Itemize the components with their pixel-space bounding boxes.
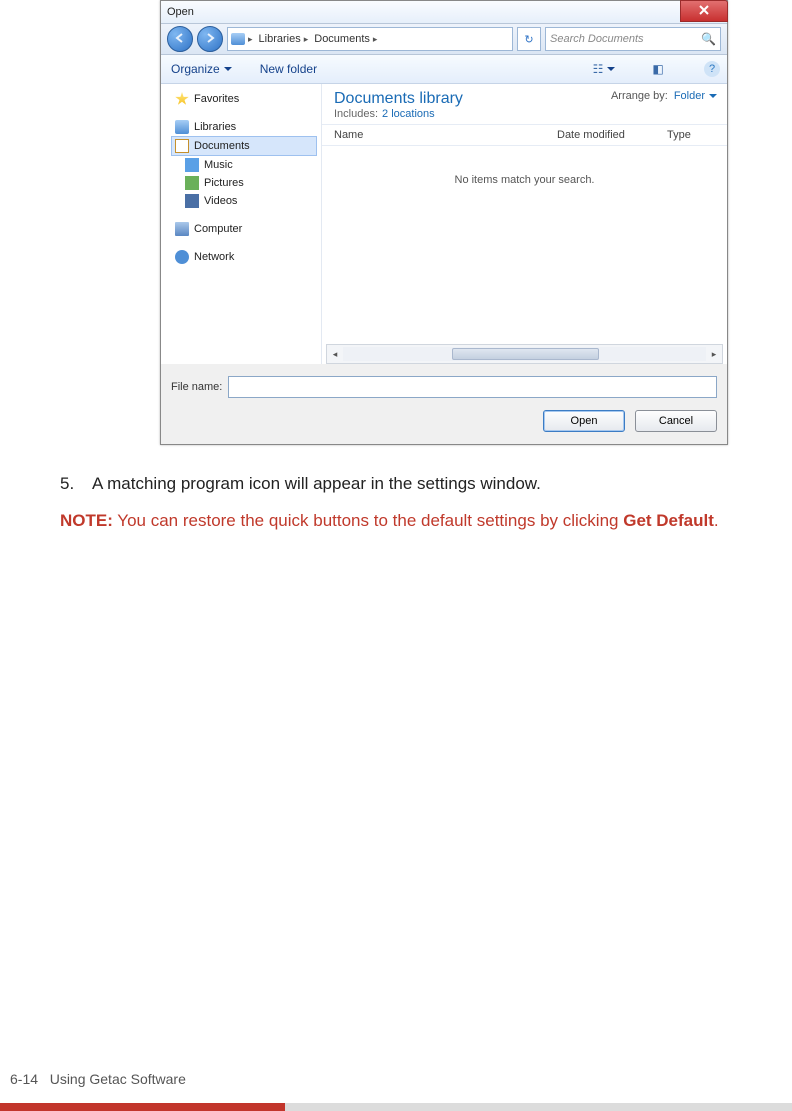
document-icon xyxy=(175,139,189,153)
music-icon xyxy=(185,158,199,172)
nav-documents[interactable]: Documents xyxy=(171,136,317,156)
scroll-track[interactable] xyxy=(343,347,706,361)
arrange-value[interactable]: Folder xyxy=(674,90,717,102)
title-bar: Open xyxy=(161,1,727,24)
document-text: 5. A matching program icon will appear i… xyxy=(60,473,732,533)
search-placeholder: Search Documents xyxy=(550,33,644,45)
main-pane: Documents library Includes:2 locations A… xyxy=(322,84,727,364)
dialog-buttons: Open Cancel xyxy=(161,402,727,444)
nav-label: Documents xyxy=(194,140,250,152)
column-headers: Name Date modified Type xyxy=(322,125,727,146)
chapter-title: Using Getac Software xyxy=(50,1071,186,1087)
nav-label: Videos xyxy=(204,195,237,207)
libraries-icon xyxy=(231,33,245,45)
nav-label: Pictures xyxy=(204,177,244,189)
help-button[interactable]: ? xyxy=(701,60,723,78)
nav-label: Computer xyxy=(194,223,242,235)
nav-label: Favorites xyxy=(194,93,239,105)
organize-button[interactable]: Organize xyxy=(171,62,232,76)
arrange-by: Arrange by: Folder xyxy=(611,90,717,102)
close-icon xyxy=(699,5,709,18)
nav-label: Network xyxy=(194,251,234,263)
network-icon xyxy=(175,250,189,264)
breadcrumb-seg-libraries: Libraries xyxy=(259,33,301,45)
file-name-input[interactable] xyxy=(228,376,717,398)
note-button-ref: Get Default xyxy=(623,511,714,530)
new-folder-button[interactable]: New folder xyxy=(260,62,317,76)
dialog-body: Favorites Libraries Documents Music Pict… xyxy=(161,84,727,364)
forward-button[interactable] xyxy=(197,26,223,52)
step-number: 5. xyxy=(60,473,92,496)
page-number: 6-14 xyxy=(10,1071,38,1087)
window-title: Open xyxy=(167,6,194,18)
nav-label: Music xyxy=(204,159,233,171)
note-body-2: . xyxy=(714,511,719,530)
nav-libraries[interactable]: Libraries xyxy=(161,118,321,136)
footer-bar-accent xyxy=(0,1103,285,1111)
nav-computer[interactable]: Computer xyxy=(161,220,321,238)
page-footer: 6-14 Using Getac Software xyxy=(0,1071,792,1111)
chevron-right-icon: ▸ xyxy=(248,34,253,45)
library-header: Documents library Includes:2 locations A… xyxy=(322,84,727,125)
videos-icon xyxy=(185,194,199,208)
open-button[interactable]: Open xyxy=(543,410,625,432)
address-bar: ▸ Libraries▸ Documents▸ ↻ Search Documen… xyxy=(161,24,727,55)
cancel-button[interactable]: Cancel xyxy=(635,410,717,432)
help-icon: ? xyxy=(704,61,720,77)
library-title: Documents library xyxy=(334,90,463,108)
close-button[interactable] xyxy=(680,0,728,22)
chevron-right-icon: ▸ xyxy=(304,34,309,45)
library-includes: Includes:2 locations xyxy=(334,108,463,120)
refresh-button[interactable]: ↻ xyxy=(517,27,541,51)
pictures-icon xyxy=(185,176,199,190)
nav-videos[interactable]: Videos xyxy=(161,192,321,210)
col-date[interactable]: Date modified xyxy=(557,129,667,141)
nav-favorites[interactable]: Favorites xyxy=(161,90,321,108)
navigation-pane: Favorites Libraries Documents Music Pict… xyxy=(161,84,322,364)
preview-pane-button[interactable]: ◧ xyxy=(647,60,669,78)
search-icon: 🔍 xyxy=(701,32,716,46)
preview-icon: ◧ xyxy=(652,62,663,76)
locations-link[interactable]: 2 locations xyxy=(382,108,435,120)
col-type[interactable]: Type xyxy=(667,129,727,141)
col-name[interactable]: Name xyxy=(334,129,557,141)
note-label: NOTE: xyxy=(60,511,113,530)
arrow-left-icon xyxy=(175,30,185,48)
scroll-right-icon[interactable]: ▸ xyxy=(706,349,722,360)
refresh-icon: ↻ xyxy=(524,33,533,46)
footer-text: 6-14 Using Getac Software xyxy=(0,1071,792,1103)
footer-bar xyxy=(0,1103,792,1111)
breadcrumb[interactable]: ▸ Libraries▸ Documents▸ xyxy=(227,27,513,51)
breadcrumb-seg-documents: Documents xyxy=(314,33,370,45)
computer-icon xyxy=(175,222,189,236)
file-name-row: File name: xyxy=(161,364,727,402)
toolbar: Organize New folder ☷ ◧ ? xyxy=(161,55,727,84)
libraries-icon xyxy=(175,120,189,134)
search-input[interactable]: Search Documents 🔍 xyxy=(545,27,721,51)
nav-label: Libraries xyxy=(194,121,236,133)
note-block: NOTE: You can restore the quick buttons … xyxy=(60,510,732,533)
note-body-1: You can restore the quick buttons to the… xyxy=(113,511,623,530)
chevron-right-icon: ▸ xyxy=(373,34,378,45)
back-button[interactable] xyxy=(167,26,193,52)
open-dialog: Open ▸ Libraries▸ Documents▸ ↻ Search Do… xyxy=(160,0,728,445)
arrow-right-icon xyxy=(205,30,215,48)
horizontal-scrollbar[interactable]: ◂ ▸ xyxy=(326,344,723,364)
empty-message: No items match your search. xyxy=(322,174,727,186)
scroll-thumb[interactable] xyxy=(452,348,599,360)
view-icon: ☷ xyxy=(593,62,604,76)
arrange-label: Arrange by: xyxy=(611,90,668,102)
view-options-button[interactable]: ☷ xyxy=(593,60,615,78)
nav-music[interactable]: Music xyxy=(161,156,321,174)
step-text: A matching program icon will appear in t… xyxy=(92,473,541,496)
scroll-left-icon[interactable]: ◂ xyxy=(327,349,343,360)
star-icon xyxy=(175,92,189,106)
step-5: 5. A matching program icon will appear i… xyxy=(60,473,732,496)
file-name-label: File name: xyxy=(171,381,222,393)
nav-pictures[interactable]: Pictures xyxy=(161,174,321,192)
nav-network[interactable]: Network xyxy=(161,248,321,266)
